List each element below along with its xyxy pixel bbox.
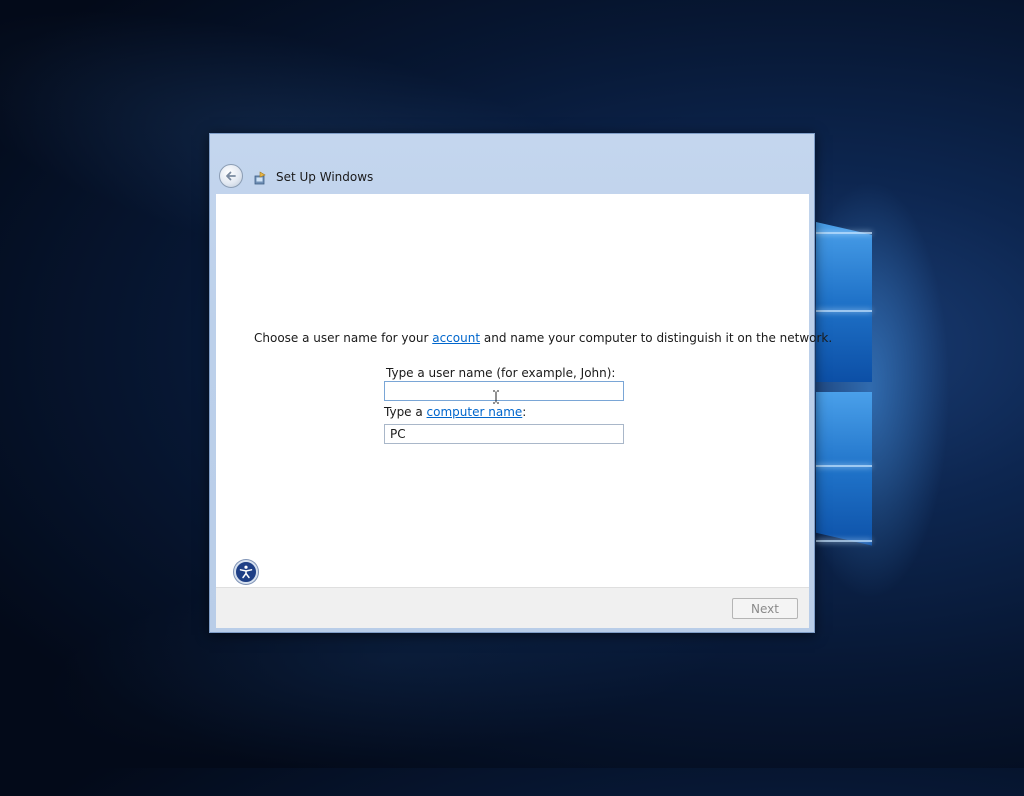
ease-of-access-icon — [239, 565, 253, 579]
instruction-text: Choose a user name for your account and … — [254, 331, 832, 345]
windows-logo-edge-line — [816, 465, 872, 467]
username-input[interactable] — [384, 381, 624, 401]
computer-name-label-end: : — [522, 405, 527, 419]
setup-icon — [254, 171, 266, 185]
back-button[interactable] — [219, 164, 243, 188]
instruction-text-end: and name your computer to distinguish it… — [480, 331, 833, 345]
setup-content: Choose a user name for your account and … — [216, 194, 832, 587]
computer-name-label: Type a computer name: — [384, 405, 526, 419]
footer-bar: Next — [216, 587, 809, 628]
account-link[interactable]: account — [432, 331, 480, 345]
windows-logo-edge-line — [816, 540, 872, 542]
ease-of-access-button[interactable] — [234, 560, 258, 584]
windows-logo-edge-line — [816, 232, 872, 234]
windows-logo-pane-bottom — [816, 392, 872, 546]
back-arrow-icon — [226, 171, 236, 181]
computer-name-label-start: Type a — [384, 405, 427, 419]
instruction-text-start: Choose a user name for your — [254, 331, 433, 345]
windows-logo-edge-line — [816, 310, 872, 312]
text-cursor-icon — [493, 390, 499, 404]
computer-name-link[interactable]: computer name — [427, 405, 523, 419]
next-button[interactable]: Next — [732, 598, 798, 619]
username-label: Type a user name (for example, John): — [386, 366, 616, 380]
window-title: Set Up Windows — [276, 170, 374, 184]
setup-window: Set Up Windows Choose a user name for yo… — [209, 133, 832, 633]
computer-name-input[interactable] — [384, 424, 624, 444]
windows-logo-pane-top — [816, 222, 872, 382]
title-bar: Set Up Windows — [210, 134, 814, 194]
